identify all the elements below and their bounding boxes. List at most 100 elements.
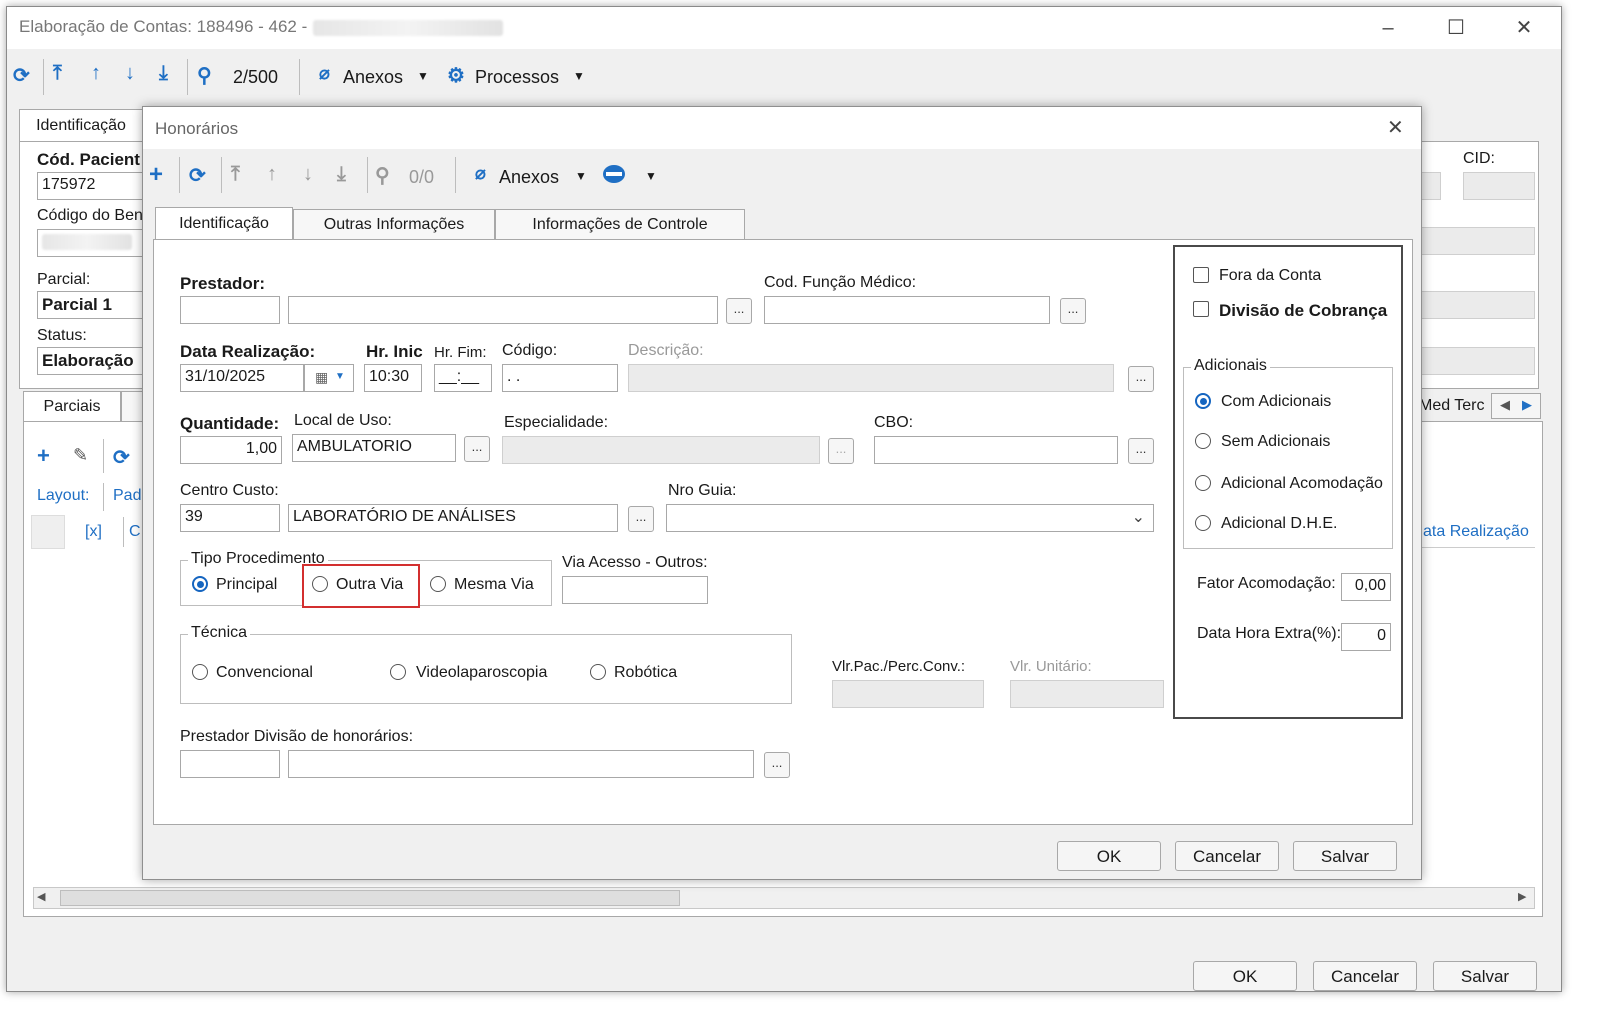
prestador-divisao-name-field[interactable] — [288, 750, 754, 778]
combo-dropdown[interactable] — [1421, 172, 1441, 200]
calendar-icon[interactable]: ▦ — [315, 369, 328, 386]
status-field[interactable]: Elaboração — [37, 347, 147, 375]
radio-sem-adicionais-label[interactable]: Sem Adicionais — [1221, 433, 1330, 451]
descricao-lookup-button[interactable]: ... — [1128, 366, 1154, 392]
radio-videolaparoscopia[interactable] — [390, 664, 406, 680]
prestador-lookup-button[interactable]: ... — [726, 298, 752, 324]
tab-informacoes-controle[interactable]: Informações de Controle — [495, 209, 745, 241]
dialog-anexos-menu[interactable]: Anexos — [499, 167, 559, 188]
centro-custo-code-field[interactable]: 39 — [180, 504, 280, 532]
anexos-menu[interactable]: Anexos — [343, 67, 403, 88]
refresh-icon[interactable]: ⟳ — [113, 445, 130, 470]
refresh-icon[interactable]: ⟳ — [189, 163, 206, 188]
prev-record-icon[interactable]: ↑ — [91, 62, 101, 85]
tab-med-terc[interactable]: Med Terc — [1419, 397, 1485, 415]
minimize-button[interactable]: – — [1373, 15, 1403, 41]
radio-com-adicionais-label[interactable]: Com Adicionais — [1221, 393, 1331, 411]
prestador-name-field[interactable] — [288, 296, 718, 324]
tab-identificacao[interactable]: Identificação — [155, 207, 293, 241]
last-record-icon[interactable]: ⤓ — [159, 62, 168, 85]
first-record-icon[interactable]: ⤒ — [53, 62, 62, 85]
radio-mesma-via-label[interactable]: Mesma Via — [454, 576, 534, 594]
quantidade-field[interactable]: 1,00 — [180, 436, 282, 464]
close-button[interactable]: ✕ — [1509, 15, 1539, 41]
radio-principal[interactable] — [192, 576, 208, 592]
checkbox-fora-da-conta[interactable] — [1193, 267, 1209, 283]
local-uso-field[interactable]: AMBULATORIO — [292, 434, 456, 462]
cod-funcao-field[interactable] — [764, 296, 1050, 324]
scroll-thumb[interactable] — [60, 890, 680, 906]
via-acesso-field[interactable] — [562, 576, 708, 604]
divisao-cobranca-label[interactable]: Divisão de Cobrança — [1219, 301, 1387, 321]
first-record-icon[interactable]: ⤒ — [231, 163, 240, 186]
radio-videolaparoscopia-label[interactable]: Videolaparoscopia — [416, 664, 547, 682]
layout-value[interactable]: Pad — [113, 487, 141, 505]
fator-acomodacao-field[interactable]: 0,00 — [1341, 573, 1391, 601]
radio-outra-via-label[interactable]: Outra Via — [336, 576, 403, 594]
hr-inicio-field[interactable]: 10:30 — [364, 364, 422, 392]
parcial-field[interactable]: Parcial 1 — [37, 291, 147, 319]
radio-mesma-via[interactable] — [430, 576, 446, 592]
chevron-down-icon[interactable]: ▼ — [335, 371, 345, 382]
prestador-divisao-code-field[interactable] — [180, 750, 280, 778]
codigo-ben-field[interactable] — [37, 229, 147, 257]
nro-guia-select[interactable]: ⌄ — [666, 504, 1154, 532]
dialog-close-button[interactable]: ✕ — [1387, 115, 1404, 140]
prestador-divisao-lookup-button[interactable]: ... — [764, 752, 790, 778]
add-icon[interactable]: + — [37, 443, 50, 469]
paperclip-icon[interactable]: ⌀ — [475, 163, 486, 184]
maximize-button[interactable]: ☐ — [1441, 15, 1471, 41]
last-record-icon[interactable]: ⤓ — [337, 163, 346, 186]
centro-custo-name-field[interactable]: LABORATÓRIO DE ANÁLISES — [288, 504, 618, 532]
radio-convencional-label[interactable]: Convencional — [216, 664, 313, 682]
dialog-ok-button[interactable]: OK — [1057, 841, 1161, 871]
cod-funcao-lookup-button[interactable]: ... — [1060, 298, 1086, 324]
cid-field[interactable] — [1463, 172, 1535, 200]
chevron-down-icon[interactable]: ▼ — [573, 69, 585, 83]
radio-adicional-dhe-label[interactable]: Adicional D.H.E. — [1221, 515, 1338, 533]
radio-outra-via[interactable] — [312, 576, 328, 592]
gear-icon[interactable]: ⚙ — [447, 63, 465, 88]
radio-sem-adicionais[interactable] — [1195, 433, 1211, 449]
dialog-save-button[interactable]: Salvar — [1293, 841, 1397, 871]
main-cancel-button[interactable]: Cancelar — [1313, 961, 1417, 991]
processos-menu[interactable]: Processos — [475, 67, 559, 88]
radio-adicional-acomodacao-label[interactable]: Adicional Acomodação — [1221, 475, 1383, 493]
radio-principal-label[interactable]: Principal — [216, 576, 277, 594]
scroll-right-icon[interactable]: ▶ — [1518, 890, 1526, 903]
cbo-field[interactable] — [874, 436, 1118, 464]
add-icon[interactable]: + — [149, 161, 163, 189]
local-uso-lookup-button[interactable]: ... — [464, 436, 490, 462]
tab-identificacao-main[interactable]: Identificação — [19, 109, 143, 143]
cbo-lookup-button[interactable]: ... — [1128, 438, 1154, 464]
scroll-left-icon[interactable]: ◀ — [37, 890, 45, 903]
radio-com-adicionais[interactable] — [1195, 393, 1211, 409]
fora-da-conta-label[interactable]: Fora da Conta — [1219, 267, 1321, 285]
radio-adicional-dhe[interactable] — [1195, 515, 1211, 531]
codigo-field[interactable]: . . — [502, 364, 618, 392]
data-hora-extra-field[interactable]: 0 — [1341, 623, 1391, 651]
tab-scroll-arrows[interactable]: ◀ ▶ — [1491, 393, 1541, 419]
main-save-button[interactable]: Salvar — [1433, 961, 1537, 991]
prev-record-icon[interactable]: ↑ — [267, 163, 277, 186]
chevron-down-icon[interactable]: ⌄ — [1132, 507, 1145, 527]
radio-adicional-acomodacao[interactable] — [1195, 475, 1211, 491]
chevron-down-icon[interactable]: ▼ — [417, 69, 429, 83]
calendar-picker[interactable]: ▦ ▼ — [304, 364, 354, 392]
search-icon[interactable]: ⚲ — [197, 63, 212, 88]
chevron-down-icon[interactable]: ▼ — [575, 169, 587, 183]
prestador-code-field[interactable] — [180, 296, 280, 324]
search-icon[interactable]: ⚲ — [375, 163, 390, 188]
next-record-icon[interactable]: ↓ — [303, 163, 313, 186]
tab-parciais[interactable]: Parciais — [23, 391, 121, 423]
next-record-icon[interactable]: ↓ — [125, 62, 135, 85]
chevron-down-icon[interactable]: ▼ — [645, 169, 657, 183]
data-realizacao-field[interactable]: 31/10/2025 — [180, 364, 304, 392]
checkbox-divisao-cobranca[interactable] — [1193, 301, 1209, 317]
column-c[interactable]: C — [129, 523, 141, 541]
tab-outras-informacoes[interactable]: Outras Informações — [293, 209, 495, 241]
refresh-icon[interactable]: ⟳ — [13, 63, 30, 88]
radio-convencional[interactable] — [192, 664, 208, 680]
horizontal-scrollbar[interactable]: ◀ ▶ — [33, 887, 1535, 909]
right-field-3[interactable] — [1421, 347, 1535, 375]
